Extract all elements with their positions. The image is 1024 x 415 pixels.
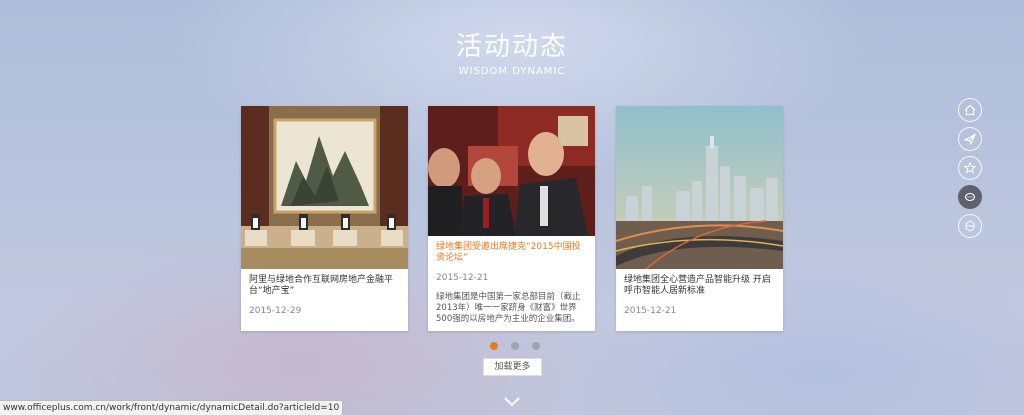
browser-status-url: www.officeplus.com.cn/work/front/dynamic… <box>0 400 344 415</box>
side-nav-plane[interactable] <box>958 127 982 151</box>
carousel-pager <box>490 342 540 350</box>
side-nav <box>958 98 982 238</box>
plane-icon <box>964 133 976 145</box>
section-title: 活动动态 <box>455 32 568 62</box>
star-icon <box>964 162 976 174</box>
side-nav-chat[interactable] <box>958 185 982 209</box>
pager-dot-2[interactable] <box>511 342 519 350</box>
side-nav-home[interactable] <box>958 98 982 122</box>
news-card-title[interactable]: 绿地集团全心营造产品智能升级 开启呼市智能人居新标准 <box>624 275 775 297</box>
section-header: 活动动态 WISDOM DYNAMIC <box>0 30 1024 77</box>
home-icon <box>964 104 976 116</box>
news-card-body: 绿地集团全心营造产品智能升级 开启呼市智能人居新标准 2015-12-21 <box>616 269 783 316</box>
news-card-body: 阿里与绿地合作互联网房地产金融平台“地产宝” 2015-12-29 <box>241 269 408 316</box>
pager-dot-3[interactable] <box>532 342 540 350</box>
side-nav-globe[interactable] <box>958 214 982 238</box>
news-card-title[interactable]: 阿里与绿地合作互联网房地产金融平台“地产宝” <box>249 275 400 297</box>
news-card-3[interactable]: 绿地集团全心营造产品智能升级 开启呼市智能人居新标准 2015-12-21 <box>616 106 783 331</box>
news-card-date: 2015-12-21 <box>624 306 677 316</box>
news-card-image[interactable] <box>428 106 595 236</box>
scroll-down-icon[interactable] <box>504 392 520 411</box>
news-card-image[interactable] <box>616 106 783 269</box>
side-nav-star[interactable] <box>958 156 982 180</box>
pager-dot-1[interactable] <box>490 342 498 350</box>
news-card-1[interactable]: 阿里与绿地合作互联网房地产金融平台“地产宝” 2015-12-29 <box>241 106 408 331</box>
news-card-excerpt: 绿地集团是中国第一家总部目前（截止2013年）唯一一家跻身《财富》世界500强的… <box>436 292 581 324</box>
globe-icon <box>965 220 975 232</box>
news-card-2[interactable]: 绿地集团受邀出席捷克“2015中国投资论坛” 2015-12-21 绿地集团是中… <box>428 106 595 331</box>
news-card-image[interactable] <box>241 106 408 269</box>
load-more-button[interactable]: 加载更多 <box>483 358 542 376</box>
section-subtitle: WISDOM DYNAMIC <box>458 66 566 77</box>
news-card-date: 2015-12-29 <box>249 306 302 316</box>
news-card-date: 2015-12-21 <box>436 273 489 283</box>
chat-icon <box>964 192 976 202</box>
news-card-body: 绿地集团受邀出席捷克“2015中国投资论坛” 2015-12-21 绿地集团是中… <box>428 236 595 325</box>
news-card-title[interactable]: 绿地集团受邀出席捷克“2015中国投资论坛” <box>436 242 587 264</box>
